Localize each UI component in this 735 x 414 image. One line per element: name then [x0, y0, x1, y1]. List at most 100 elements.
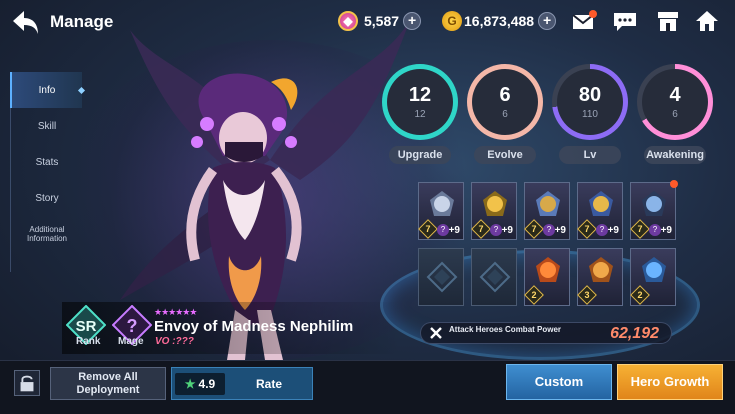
enchant-icon: ? — [490, 224, 502, 236]
gold-currency: G 16,873,488 + — [442, 10, 557, 32]
rating-value: 4.9 — [198, 377, 216, 391]
sword-shield-icon — [642, 191, 666, 216]
rate-button[interactable]: ★ 4.9 Rate — [171, 367, 313, 400]
equipment-level-icon: 7 — [418, 219, 438, 239]
stat-label: Evolve — [474, 146, 536, 164]
equipment-level: 7 — [531, 224, 537, 234]
side-tab-list: Info Skill Stats Story Additional Inform… — [10, 72, 86, 252]
equipment-level: 2 — [531, 290, 537, 300]
equipment-level: 7 — [478, 224, 484, 234]
equipment-slot[interactable]: 3 — [577, 248, 623, 306]
tab-stats[interactable]: Stats — [10, 144, 82, 180]
equipment-level-icon: 2 — [630, 285, 650, 305]
rank-text: SR — [76, 318, 97, 335]
combat-power-label: Attack Heroes Combat Power — [449, 325, 562, 334]
lock-icon[interactable] — [14, 370, 40, 396]
combat-power-value: 62,192 — [610, 325, 659, 342]
equipment-slot[interactable] — [418, 248, 464, 306]
stat-value: 12 — [408, 84, 432, 106]
crystal-currency: ◆ 5,587 + — [338, 10, 422, 32]
stat-evolve: 6 6 Evolve — [467, 64, 543, 164]
hero-name: Envoy of Madness Nephilim — [154, 318, 354, 335]
voice-actor-label: VO :??? — [155, 336, 194, 347]
shop-icon[interactable] — [655, 9, 681, 33]
tab-info[interactable]: Info — [10, 72, 86, 108]
equipment-slot[interactable]: 7? +9 — [418, 182, 464, 240]
equipment-level-icon: 7 — [577, 219, 597, 239]
combat-power-bar: Attack Heroes Combat Power 62,192 — [420, 322, 672, 344]
tab-additional-information-label: Additional Information — [26, 225, 68, 243]
equipment-slot[interactable]: 2 — [524, 248, 570, 306]
stat-label: Awakening — [644, 146, 706, 164]
stat-awakening: 4 6 Awakening — [637, 64, 713, 164]
gold-amount: 16,873,488 — [464, 13, 535, 29]
equipment-level-icon: 7 — [630, 219, 650, 239]
stat-max: 110 — [582, 109, 598, 120]
notification-dot — [670, 180, 678, 188]
equipment-level: 7 — [425, 224, 431, 234]
empty-slot-icon — [479, 261, 511, 293]
equipment-level: 7 — [584, 224, 590, 234]
stat-max: 6 — [672, 109, 678, 120]
enchant-icon: ? — [596, 224, 608, 236]
lion-medallion-icon — [589, 257, 613, 282]
tab-story[interactable]: Story — [10, 180, 82, 216]
stat-ring: 12 12 — [382, 64, 458, 140]
stat-value: 6 — [499, 84, 511, 106]
empty-slot-icon — [426, 261, 458, 293]
rating-score: ★ 4.9 — [175, 373, 225, 395]
stat-max: 12 — [414, 109, 426, 120]
page-title: Manage — [50, 12, 114, 31]
crystal-amount: 5,587 — [364, 13, 400, 29]
stat-ring: 80 110 — [552, 64, 628, 140]
add-gold-button[interactable]: + — [538, 12, 557, 30]
equipment-slot[interactable]: 7? +9 — [471, 182, 517, 240]
equipment-slot[interactable]: 7? +9 — [577, 182, 623, 240]
star-icon: ★ — [184, 377, 196, 391]
tab-skill[interactable]: Skill — [10, 108, 82, 144]
crossed-swords-icon — [430, 327, 442, 339]
tab-story-label: Story — [35, 192, 59, 204]
equipment-plus: +9 — [660, 225, 672, 236]
stat-upgrade: 12 12 Upgrade — [382, 64, 458, 164]
gem-accessory-icon — [483, 191, 507, 216]
stat-label: Lv — [559, 146, 621, 164]
class-label: Mage — [118, 336, 144, 347]
rate-label: Rate — [255, 377, 282, 391]
stat-value: 80 — [578, 84, 602, 106]
equipment-level-icon: 7 — [471, 219, 491, 239]
enchant-icon: ? — [437, 224, 449, 236]
mail-icon[interactable] — [571, 9, 597, 33]
equipment-level-icon: 2 — [524, 285, 544, 305]
equipment-slot[interactable] — [471, 248, 517, 306]
equipment-slot[interactable]: 7? +9 — [630, 180, 678, 240]
add-crystal-button[interactable]: + — [403, 12, 422, 30]
equipment-slot[interactable]: 2 — [630, 248, 676, 306]
flame-orb-icon — [536, 257, 560, 282]
enchant-icon: ? — [649, 224, 661, 236]
tab-info-label: Info — [38, 84, 56, 96]
enchant-icon: ? — [543, 224, 555, 236]
equipment-level: 3 — [584, 290, 590, 300]
custom-button[interactable]: Custom — [506, 364, 612, 400]
equipment-level-icon: 3 — [577, 285, 597, 305]
winged-helm-icon — [536, 191, 560, 216]
chat-icon[interactable] — [612, 9, 638, 33]
home-icon[interactable] — [694, 9, 720, 33]
back-arrow-icon[interactable] — [10, 8, 40, 36]
hero-growth-button[interactable]: Hero Growth — [617, 364, 723, 400]
gold-armor-icon — [589, 191, 613, 216]
remove-all-deployment-button[interactable]: Remove All Deployment — [50, 367, 166, 400]
equipment-plus: +9 — [448, 225, 460, 236]
blue-scepter-icon — [642, 257, 666, 282]
svg-text:?: ? — [127, 316, 138, 336]
equipment-slot[interactable]: 7? +9 — [524, 182, 570, 240]
axe-weapon-icon — [430, 191, 454, 216]
gold-coin-icon: G — [442, 11, 462, 31]
tab-additional-information[interactable]: Additional Information — [10, 216, 82, 252]
equipment-level-icon: 7 — [524, 219, 544, 239]
stat-label: Upgrade — [389, 146, 451, 164]
tab-stats-label: Stats — [35, 156, 59, 168]
equipment-plus: +9 — [501, 225, 513, 236]
crystal-icon: ◆ — [338, 11, 358, 31]
